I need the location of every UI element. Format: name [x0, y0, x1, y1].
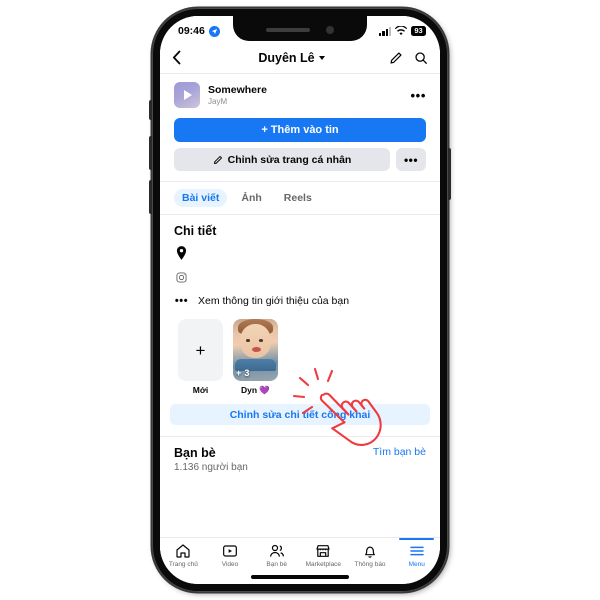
secondary-actions-row: Chỉnh sửa trang cá nhân ••• [174, 148, 426, 171]
highlight-new-label: Mới [192, 385, 209, 395]
notch [233, 16, 367, 41]
header-actions [389, 51, 428, 65]
phone-frame: 09:46 93 Duyên Lê Somewhere JayM ••• + T… [149, 8, 451, 592]
highlight-new-card[interactable]: + [178, 319, 223, 381]
find-friends-link[interactable]: Tìm bạn bè [373, 446, 426, 458]
details-heading: Chi tiết [174, 224, 217, 238]
highlight-new[interactable]: + Mới [178, 319, 223, 396]
detail-row-instagram[interactable] [160, 266, 440, 289]
home-indicator [251, 575, 349, 579]
detail-row-location[interactable] [160, 240, 440, 266]
pencil-icon [213, 155, 223, 165]
music-more-button[interactable]: ••• [411, 89, 426, 102]
highlight-count-badge: + 3 [236, 368, 250, 378]
screenshot-stage: 09:46 93 Duyên Lê Somewhere JayM ••• + T… [0, 0, 600, 600]
profile-actions: + Thêm vào tin Chỉnh sửa trang cá nhân •… [160, 114, 440, 171]
tab-reels[interactable]: Reels [276, 189, 320, 207]
wifi-icon [395, 26, 407, 36]
tab-posts[interactable]: Bài viết [174, 189, 228, 207]
volume-down-button[interactable] [149, 180, 153, 214]
status-bar-left: 09:46 [178, 25, 220, 37]
highlight-item[interactable]: + 3 Dyn 💜 [233, 319, 278, 396]
edit-profile-button[interactable]: Chỉnh sửa trang cá nhân [174, 148, 390, 171]
avatar-eye-right [259, 339, 263, 342]
nav-item-notifications[interactable]: Thông báo [347, 543, 394, 568]
nav-item-menu[interactable]: Menu [393, 538, 440, 568]
status-bar-clock: 09:46 [178, 25, 205, 37]
nav-label-notifications: Thông báo [354, 561, 386, 568]
chevron-down-icon [318, 55, 325, 60]
front-camera [326, 26, 334, 34]
location-arrow-icon [208, 25, 220, 37]
profile-tabs: Bài viết Ảnh Reels [160, 182, 440, 214]
plus-icon: + [195, 340, 206, 360]
location-pin-icon [174, 246, 189, 260]
profile-more-button[interactable]: ••• [396, 148, 426, 171]
profile-content: Somewhere JayM ••• + Thêm vào tin Chỉnh … [160, 74, 440, 569]
nav-item-marketplace[interactable]: Marketplace [300, 543, 347, 568]
play-triangle [184, 90, 192, 100]
friends-count: 1.136 người bạn [174, 462, 248, 473]
nav-label-menu: Menu [408, 561, 425, 568]
nav-item-friends[interactable]: Bạn bè [253, 543, 300, 568]
music-artist: JayM [208, 96, 228, 106]
power-button[interactable] [447, 148, 451, 200]
nav-label-video: Video [221, 561, 239, 568]
search-icon[interactable] [414, 51, 428, 65]
silent-switch[interactable] [149, 100, 153, 120]
nav-label-friends: Bạn bè [266, 561, 287, 568]
volume-up-button[interactable] [149, 136, 153, 170]
pencil-icon[interactable] [389, 51, 403, 65]
phone-screen: 09:46 93 Duyên Lê Somewhere JayM ••• + T… [160, 16, 440, 584]
highlight-item-label: Dyn 💜 [240, 385, 270, 395]
status-bar-right: 93 [379, 26, 426, 36]
avatar-face [240, 324, 271, 358]
nav-item-video[interactable]: Video [207, 543, 254, 568]
tab-photos[interactable]: Ảnh [233, 189, 269, 207]
earpiece-speaker [266, 28, 310, 32]
nav-item-home[interactable]: Trang chủ [160, 543, 207, 568]
add-to-story-button[interactable]: + Thêm vào tin [174, 118, 426, 142]
app-header: Duyên Lê [160, 42, 440, 74]
nav-label-marketplace: Marketplace [305, 561, 342, 568]
friends-title: Bạn bè [174, 446, 216, 460]
music-text: Somewhere JayM [208, 84, 403, 106]
music-title: Somewhere [208, 83, 267, 96]
edit-profile-label: Chỉnh sửa trang cá nhân [227, 153, 352, 166]
highlight-photo-card[interactable]: + 3 [233, 319, 278, 381]
battery-indicator: 93 [411, 26, 426, 36]
nav-label-home: Trang chủ [168, 561, 198, 568]
active-tab-indicator [398, 538, 435, 540]
ellipsis-icon: ••• [174, 294, 189, 307]
signal-bars-icon [379, 26, 391, 36]
instagram-icon [174, 272, 189, 283]
bottom-navigation: Trang chủ Video Bạn bè Marketplace Thông… [160, 537, 440, 584]
detail-row-about[interactable]: ••• Xem thông tin giới thiệu của bạn [160, 289, 440, 313]
profile-name: Duyên Lê [258, 50, 315, 65]
page-title[interactable]: Duyên Lê [194, 51, 389, 65]
friends-info: Bạn bè 1.136 người bạn [174, 446, 248, 473]
profile-music-row[interactable]: Somewhere JayM ••• [160, 74, 440, 114]
friends-section: Bạn bè 1.136 người bạn Tìm bạn bè [160, 437, 440, 473]
edit-public-details-button[interactable]: Chỉnh sửa chi tiết công khai [170, 404, 430, 425]
avatar-mouth [252, 347, 261, 352]
back-button[interactable] [172, 50, 194, 65]
avatar-eye-left [246, 339, 250, 342]
play-icon[interactable] [174, 82, 200, 108]
story-highlights: + Mới + 3 Dyn 💜 [160, 313, 440, 396]
detail-about-text: Xem thông tin giới thiệu của bạn [198, 295, 350, 307]
